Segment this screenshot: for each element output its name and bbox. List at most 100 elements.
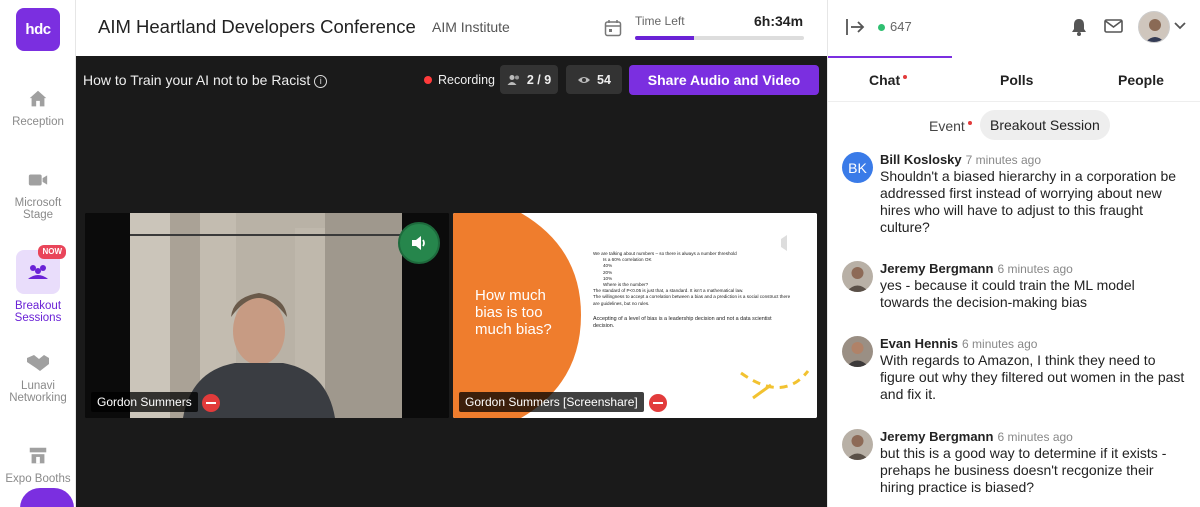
nav-item-breakout-sessions[interactable]: NOW Breakout Sessions bbox=[0, 245, 76, 324]
recording-dot bbox=[424, 76, 432, 84]
left-nav-rail: hdc Reception Microsoft Stage NOW Breako… bbox=[0, 0, 76, 507]
nav-item-lunavi-networking[interactable]: Lunavi Networking bbox=[0, 352, 76, 404]
message-text: Shouldn't a biased hierarchy in a corpor… bbox=[880, 168, 1177, 235]
remove-participant-button[interactable] bbox=[202, 394, 220, 412]
mail-icon[interactable] bbox=[1104, 18, 1123, 34]
screenshare-tile[interactable]: How much bias is too much bias? We are t… bbox=[453, 213, 817, 418]
top-header: AIM Heartland Developers Conference AIM … bbox=[76, 0, 826, 56]
help-chat-bubble[interactable] bbox=[20, 488, 74, 507]
session-title: How to Train your AI not to be Racist i bbox=[83, 72, 328, 88]
nav-item-reception[interactable]: Reception bbox=[0, 88, 76, 128]
home-icon bbox=[29, 90, 47, 107]
online-count: 647 bbox=[890, 19, 912, 34]
time-left-label: Time Left bbox=[635, 14, 685, 28]
message-time: 7 minutes ago bbox=[965, 153, 1042, 167]
event-title: AIM Heartland Developers Conference bbox=[98, 16, 416, 37]
message-text: but this is a good way to determine if i… bbox=[880, 445, 1167, 495]
right-header: 647 bbox=[827, 0, 1200, 56]
my-avatar[interactable] bbox=[1138, 11, 1170, 43]
speaker-video-frame bbox=[85, 213, 449, 418]
nav-item-microsoft-stage[interactable]: Microsoft Stage bbox=[0, 169, 76, 221]
participant-name-tag: Gordon Summers [Screenshare] bbox=[459, 392, 644, 412]
video-camera-icon bbox=[28, 174, 48, 186]
share-audio-video-button[interactable]: Share Audio and Video bbox=[629, 65, 819, 95]
eye-icon bbox=[578, 76, 591, 83]
panel-tabs: Chat Polls People bbox=[828, 56, 1200, 102]
subtab-event[interactable]: Event bbox=[929, 118, 972, 134]
subtab-breakout-session[interactable]: Breakout Session bbox=[980, 110, 1110, 140]
message-text: yes - because it could train the ML mode… bbox=[880, 277, 1135, 310]
participant-name-tag: Gordon Summers bbox=[91, 392, 198, 412]
app-window: hdc Reception Microsoft Stage NOW Breako… bbox=[0, 0, 1200, 507]
time-left-progress-fill bbox=[635, 36, 695, 40]
tab-label: Chat bbox=[869, 72, 901, 88]
viewers-pill[interactable]: 54 bbox=[566, 65, 622, 94]
tab-polls[interactable]: Polls bbox=[1000, 72, 1033, 88]
time-left-value: 6h:34m bbox=[754, 13, 804, 29]
camera-video-tile[interactable]: Gordon Summers bbox=[85, 213, 449, 418]
nav-item-label: Lunavi Networking bbox=[9, 380, 67, 404]
session-title-text: How to Train your AI not to be Racist bbox=[83, 72, 311, 88]
subtab-label: Event bbox=[929, 118, 965, 134]
nav-item-label: Expo Booths bbox=[5, 473, 71, 485]
speaker-volume-icon bbox=[412, 236, 425, 250]
message-time: 6 minutes ago bbox=[997, 262, 1073, 276]
unread-dot bbox=[903, 75, 908, 79]
store-icon bbox=[29, 447, 47, 464]
people-icon bbox=[507, 74, 519, 85]
time-left-progress bbox=[635, 36, 804, 40]
nav-item-label: Breakout Sessions bbox=[14, 300, 62, 324]
user-avatar[interactable] bbox=[842, 336, 873, 367]
nav-item-label: Microsoft Stage bbox=[14, 197, 62, 221]
participants-pill[interactable]: 2 / 9 bbox=[500, 65, 558, 94]
recording-indicator: Recording bbox=[424, 73, 495, 87]
unread-dot bbox=[967, 121, 972, 125]
calendar-icon[interactable] bbox=[604, 19, 622, 37]
viewers-count: 54 bbox=[597, 72, 611, 87]
user-photo-icon bbox=[842, 261, 873, 292]
message-author[interactable]: Evan Hennis bbox=[880, 336, 958, 351]
slide-bullet: Accepting of a level of bias is a leader… bbox=[593, 315, 772, 330]
message-header: Bill Koslosky 7 minutes ago bbox=[880, 152, 1041, 167]
org-name[interactable]: AIM Institute bbox=[432, 19, 510, 35]
info-icon[interactable]: i bbox=[314, 75, 328, 88]
message-header: Evan Hennis 6 minutes ago bbox=[880, 336, 1037, 351]
active-tab-indicator bbox=[828, 56, 952, 58]
chat-scope-tabs: Event Breakout Session bbox=[828, 110, 1200, 140]
recording-label: Recording bbox=[438, 73, 495, 87]
message-header: Jeremy Bergmann 6 minutes ago bbox=[880, 261, 1073, 276]
slide-heading: How much bias is too much bias? bbox=[475, 287, 552, 338]
slide-bullet: The willingness to accept a correlation … bbox=[593, 294, 791, 306]
message-text: With regards to Amazon, I think they nee… bbox=[880, 352, 1185, 402]
collapse-panel-icon[interactable] bbox=[844, 16, 866, 38]
handshake-icon bbox=[27, 355, 49, 371]
user-avatar[interactable] bbox=[842, 261, 873, 292]
remove-screenshare-button[interactable] bbox=[649, 394, 667, 412]
message-author[interactable]: Jeremy Bergmann bbox=[880, 429, 993, 444]
message-author[interactable]: Jeremy Bergmann bbox=[880, 261, 993, 276]
online-status-dot bbox=[878, 24, 885, 31]
nav-item-expo-booths[interactable]: Expo Booths bbox=[0, 445, 76, 485]
user-avatar[interactable] bbox=[842, 429, 873, 460]
right-panel: Chat Polls People Event Breakout Session… bbox=[827, 56, 1200, 507]
message-time: 6 minutes ago bbox=[962, 337, 1038, 351]
nav-item-label: Reception bbox=[12, 116, 64, 128]
slide-bullet-list: We are talking about numbers – so there … bbox=[593, 251, 793, 331]
user-avatar[interactable]: BK bbox=[842, 152, 873, 183]
tab-chat[interactable]: Chat bbox=[869, 72, 908, 88]
user-photo-icon bbox=[842, 336, 873, 367]
user-avatar-icon bbox=[1139, 12, 1169, 42]
tab-people[interactable]: People bbox=[1118, 72, 1164, 88]
video-stage: How to Train your AI not to be Racist i R… bbox=[76, 56, 827, 507]
chevron-down-icon[interactable] bbox=[1174, 21, 1186, 31]
breakout-icon-wrap: NOW bbox=[16, 245, 66, 294]
bell-icon[interactable] bbox=[1070, 17, 1088, 37]
participants-count: 2 / 9 bbox=[526, 72, 552, 87]
message-author[interactable]: Bill Koslosky bbox=[880, 152, 962, 167]
now-badge: NOW bbox=[38, 245, 66, 259]
hdc-logo[interactable]: hdc bbox=[16, 8, 60, 51]
group-icon bbox=[28, 265, 48, 279]
logo-text: hdc bbox=[25, 21, 51, 38]
message-time: 6 minutes ago bbox=[997, 430, 1073, 444]
speaking-indicator bbox=[398, 222, 440, 264]
